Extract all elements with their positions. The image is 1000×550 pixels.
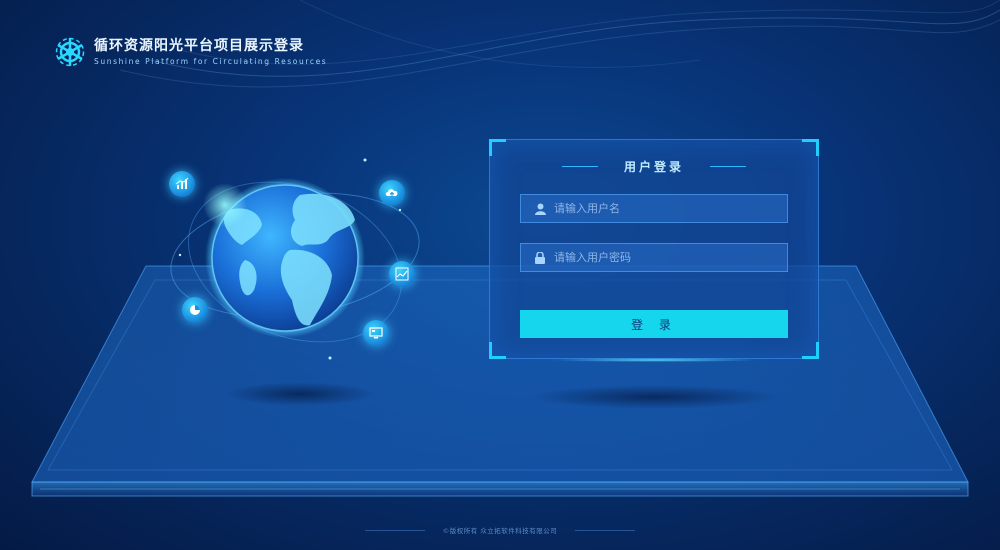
app-subtitle: Sunshine Platform for Circulating Resour… [94,57,328,66]
globe-illustration [150,150,440,380]
lock-icon [534,251,546,264]
footer: ©版权所有 众立拓软件科技有限公司 [0,525,1000,535]
footer-divider [575,529,636,531]
app-title: 循环资源阳光平台项目展示登录 [94,38,304,54]
footer-divider [364,529,425,531]
logo-icon [55,37,85,67]
header: 循环资源阳光平台项目展示登录 Sunshine Platform for Cir… [54,36,327,68]
panel-header: 用户登录 [490,158,818,175]
copyright-text: ©版权所有 众立拓软件科技有限公司 [442,527,558,535]
line-chart-icon [389,261,415,287]
panel-glow [550,358,760,362]
corner-decoration [489,342,506,359]
bar-chart-icon [169,171,195,197]
cloud-upload-icon [379,180,405,206]
monitor-icon [363,320,389,346]
login-button[interactable]: 登 录 [520,310,788,338]
pie-chart-icon [182,297,208,323]
corner-decoration [489,139,506,156]
globe-shadow [225,382,375,406]
login-page: 循环资源阳光平台项目展示登录 Sunshine Platform for Cir… [0,0,1000,550]
corner-decoration [802,139,819,156]
password-input[interactable] [554,251,787,264]
user-icon [534,203,546,215]
username-input[interactable] [554,202,787,215]
username-field[interactable] [520,194,788,223]
title-divider [561,166,598,167]
password-field[interactable] [520,243,788,272]
panel-shadow [530,385,780,409]
title-divider [710,166,746,167]
login-panel: 用户登录 登 录 [489,139,819,362]
login-title: 用户登录 [623,160,684,174]
corner-decoration [802,342,819,359]
